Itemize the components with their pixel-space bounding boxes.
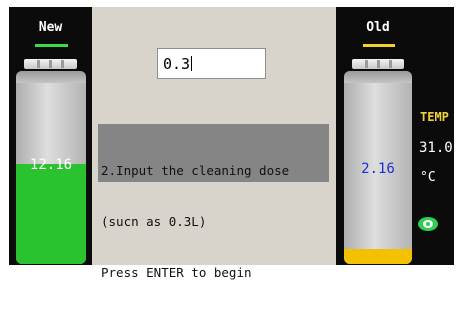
old-bottle-cap (352, 59, 404, 69)
temperature-label: TEMP (420, 110, 449, 124)
new-bottle-cap (24, 59, 77, 69)
new-panel-title: New (38, 20, 63, 35)
old-fluid-bottle: 2.16 (344, 71, 412, 264)
old-fluid-value: 2.16 (361, 161, 395, 177)
new-panel-indicator (35, 44, 68, 47)
instruction-line-1: 2.Input the cleaning dose (101, 163, 290, 178)
new-fluid-bottle: 12.16 (16, 71, 86, 264)
display-screen: New 12.16 0.3 2.Input the cleaning dose … (0, 0, 459, 280)
old-fluid-level (344, 248, 412, 264)
cleaning-dose-value: 0.3 (163, 55, 191, 73)
new-fluid-panel: New 12.16 (9, 7, 92, 265)
instruction-message: 2.Input the cleaning dose (sucn as 0.3L)… (98, 124, 329, 280)
instruction-line-2: (sucn as 0.3L) (101, 214, 207, 229)
new-fluid-level (16, 163, 86, 264)
old-panel-indicator (363, 44, 395, 47)
cleaning-dose-input[interactable]: 0.3 (157, 48, 266, 79)
new-fluid-value: 12.16 (29, 157, 73, 173)
temperature-unit: °C (420, 170, 436, 185)
old-panel-title: Old (366, 20, 390, 35)
eye-icon[interactable] (418, 217, 438, 231)
temperature-value: 31.0 (419, 140, 453, 156)
text-cursor (191, 56, 193, 71)
instruction-line-3: Press ENTER to begin (101, 265, 252, 280)
